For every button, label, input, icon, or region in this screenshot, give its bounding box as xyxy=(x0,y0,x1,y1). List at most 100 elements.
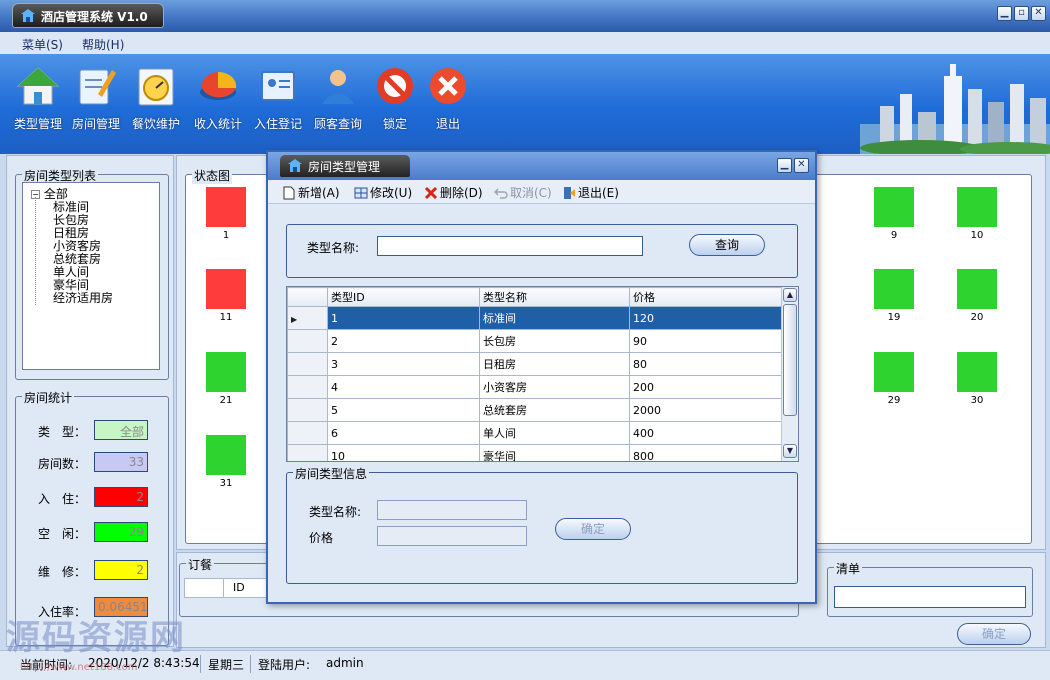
stat-row: 空 闲： 29 xyxy=(38,522,158,542)
toolbar-room-manage[interactable]: 房间管理 xyxy=(66,64,126,132)
room-type-table: 类型ID 类型名称 价格 ▶ 1 标准间 120 2 长包房 90 3 日租房 80 4 小资客房 20… xyxy=(287,287,782,461)
edit-button[interactable]: 修改(U) xyxy=(354,184,412,201)
menu-item-help[interactable]: 帮助(H) xyxy=(82,36,124,53)
room-tile[interactable] xyxy=(874,187,914,227)
table-cell[interactable]: 200 xyxy=(629,375,782,399)
delete-x-icon xyxy=(424,186,438,200)
dialog-title-tab: 房间类型管理 xyxy=(280,155,410,177)
app-icon xyxy=(21,9,35,22)
user-value: admin xyxy=(326,656,364,670)
order-table[interactable]: ID xyxy=(184,578,268,598)
watermark-url: http://www.net188.com xyxy=(20,662,138,673)
table-cell[interactable]: 10 xyxy=(327,444,480,461)
table-cell[interactable]: 120 xyxy=(629,306,782,330)
table-cell[interactable]: 2000 xyxy=(629,398,782,422)
room-tile[interactable] xyxy=(206,352,246,392)
table-cell[interactable]: 单人间 xyxy=(479,421,630,445)
table-cell[interactable]: 总统套房 xyxy=(479,398,630,422)
toolbar-customer-query[interactable]: 顾客查询 xyxy=(308,64,368,132)
table-cell[interactable]: 2 xyxy=(327,329,480,353)
table-row[interactable]: 3 日租房 80 xyxy=(287,352,782,376)
col-type-id[interactable]: 类型ID xyxy=(327,287,480,307)
row-header[interactable] xyxy=(287,375,328,399)
info-price-input[interactable] xyxy=(377,526,527,546)
row-header[interactable] xyxy=(287,421,328,445)
minimize-button[interactable]: ▁ xyxy=(997,6,1012,21)
table-row[interactable]: 10 豪华间 800 xyxy=(287,444,782,461)
table-row[interactable]: 2 长包房 90 xyxy=(287,329,782,353)
stat-value: 2 xyxy=(94,560,148,580)
toolbar-checkin[interactable]: 入住登记 xyxy=(248,64,308,132)
row-header[interactable] xyxy=(287,444,328,461)
toolbar-label: 房间管理 xyxy=(71,117,120,131)
search-button[interactable]: 查询 xyxy=(689,234,765,256)
room-tile[interactable] xyxy=(957,269,997,309)
room-tile[interactable] xyxy=(206,187,246,227)
table-cell[interactable]: 4 xyxy=(327,375,480,399)
row-header[interactable] xyxy=(287,352,328,376)
room-tile[interactable] xyxy=(874,352,914,392)
info-type-name-input[interactable] xyxy=(377,500,527,520)
current-row-icon: ▶ xyxy=(291,314,298,324)
table-cell[interactable]: 小资客房 xyxy=(479,375,630,399)
table-row[interactable]: 4 小资客房 200 xyxy=(287,375,782,399)
close-button[interactable]: ✕ xyxy=(1031,6,1046,21)
table-cell[interactable]: 3 xyxy=(327,352,480,376)
house-icon xyxy=(16,67,60,105)
id-card-icon xyxy=(261,71,295,101)
order-list-title: 清单 xyxy=(834,560,863,577)
scroll-up-icon[interactable]: ▲ xyxy=(783,288,797,302)
table-cell[interactable]: 6 xyxy=(327,421,480,445)
user-label: 登陆用户: xyxy=(258,658,311,672)
room-tile[interactable] xyxy=(957,187,997,227)
toolbar-exit[interactable]: 退出 xyxy=(418,64,478,132)
grid-scrollbar[interactable]: ▲ ▼ xyxy=(781,287,798,461)
table-cell[interactable]: 1 xyxy=(327,306,480,330)
table-row[interactable]: 5 总统套房 2000 xyxy=(287,398,782,422)
delete-button[interactable]: 删除(D) xyxy=(424,184,483,201)
row-header[interactable]: ▶ xyxy=(287,306,328,330)
menu-item-menu[interactable]: 菜单(S) xyxy=(22,36,63,53)
room-tile[interactable] xyxy=(957,352,997,392)
table-cell[interactable]: 标准间 xyxy=(479,306,630,330)
cancel-button[interactable]: 取消(C) xyxy=(494,184,552,201)
table-cell[interactable]: 90 xyxy=(629,329,782,353)
room-tile[interactable] xyxy=(206,435,246,475)
info-confirm-button[interactable]: 确定 xyxy=(555,518,631,540)
tree-item[interactable]: 经济适用房 xyxy=(53,289,113,306)
table-row[interactable]: ▶ 1 标准间 120 xyxy=(287,306,782,330)
dialog-title: 房间类型管理 xyxy=(308,160,381,174)
table-cell[interactable]: 长包房 xyxy=(479,329,630,353)
col-type-name[interactable]: 类型名称 xyxy=(479,287,630,307)
order-list-field[interactable] xyxy=(834,586,1026,608)
table-cell[interactable]: 豪华间 xyxy=(479,444,630,461)
toolbar-catering[interactable]: 餐饮维护 xyxy=(126,64,186,132)
row-header[interactable] xyxy=(287,398,328,422)
row-header[interactable] xyxy=(287,329,328,353)
dialog-close-button[interactable]: ✕ xyxy=(794,158,809,173)
room-tile[interactable] xyxy=(206,269,246,309)
dialog-minimize-button[interactable]: ▁ xyxy=(777,158,792,173)
toolbar-lock[interactable]: 锁定 xyxy=(365,64,425,132)
type-name-search-input[interactable] xyxy=(377,236,643,256)
room-tile[interactable] xyxy=(874,269,914,309)
stat-value: 2 xyxy=(94,487,148,507)
order-confirm-button[interactable]: 确定 xyxy=(957,623,1031,645)
stat-value: 全部 xyxy=(94,420,148,440)
table-cell[interactable]: 800 xyxy=(629,444,782,461)
table-row[interactable]: 6 单人间 400 xyxy=(287,421,782,445)
maximize-button[interactable]: ▫ xyxy=(1014,6,1029,21)
add-button[interactable]: 新增(A) xyxy=(282,184,340,201)
scroll-down-icon[interactable]: ▼ xyxy=(783,444,797,458)
scroll-thumb[interactable] xyxy=(783,304,797,416)
exit-button[interactable]: 退出(E) xyxy=(562,184,619,201)
toolbar-type-manage[interactable]: 类型管理 xyxy=(8,64,68,132)
table-cell[interactable]: 日租房 xyxy=(479,352,630,376)
undo-icon xyxy=(494,188,508,199)
table-cell[interactable]: 80 xyxy=(629,352,782,376)
toolbar-income-stats[interactable]: 收入统计 xyxy=(188,64,248,132)
table-cell[interactable]: 400 xyxy=(629,421,782,445)
col-price[interactable]: 价格 xyxy=(629,287,782,307)
stat-row: 入 住： 2 xyxy=(38,487,158,507)
table-cell[interactable]: 5 xyxy=(327,398,480,422)
